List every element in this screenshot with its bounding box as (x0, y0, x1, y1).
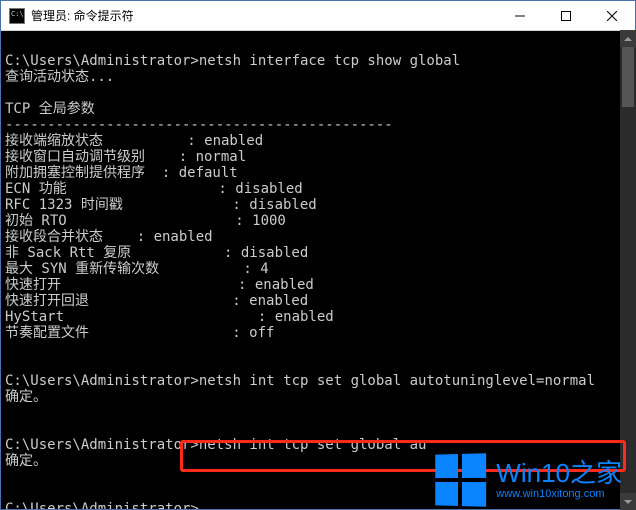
terminal-line: 查询活动状态... (5, 69, 631, 85)
terminal-line: 最大 SYN 重新传输次数 : 4 (5, 261, 631, 277)
minimize-icon (515, 11, 525, 21)
terminal-line: 接收段合并状态 : enabled (5, 229, 631, 245)
terminal-line: HyStart : enabled (5, 309, 631, 325)
terminal-line (5, 485, 631, 501)
titlebar: 管理员: 命令提示符 (1, 1, 635, 31)
terminal-line (5, 469, 631, 485)
terminal-line (5, 357, 631, 373)
terminal-line (5, 341, 631, 357)
terminal-line: ECN 功能 : disabled (5, 181, 631, 197)
chevron-up-icon (624, 35, 632, 43)
terminal-line (5, 37, 631, 53)
terminal-line: 接收端缩放状态 : enabled (5, 133, 631, 149)
scrollbar-thumb[interactable] (622, 47, 634, 107)
terminal-line: ----------------------------------------… (5, 117, 631, 133)
terminal-line: 快速打开 : enabled (5, 277, 631, 293)
terminal-line: 节奏配置文件 : off (5, 325, 631, 341)
terminal-output[interactable]: C:\Users\Administrator>netsh interface t… (1, 31, 635, 509)
window-controls (497, 1, 635, 30)
close-icon (607, 11, 617, 21)
terminal-line: RFC 1323 时间戳 : disabled (5, 197, 631, 213)
window-title: 管理员: 命令提示符 (31, 7, 497, 24)
scroll-up-button[interactable] (620, 30, 636, 47)
vertical-scrollbar[interactable] (620, 30, 636, 510)
scroll-down-button[interactable] (620, 493, 636, 510)
terminal-line: 确定。 (5, 453, 631, 469)
maximize-button[interactable] (543, 1, 589, 30)
terminal-line (5, 405, 631, 421)
terminal-line: 附加拥塞控制提供程序 : default (5, 165, 631, 181)
minimize-button[interactable] (497, 1, 543, 30)
terminal-line: 初始 RTO : 1000 (5, 213, 631, 229)
terminal-line: C:\Users\Administrator> (5, 501, 631, 509)
cmd-icon (9, 8, 25, 24)
terminal-line: C:\Users\Administrator>netsh int tcp set… (5, 373, 631, 389)
terminal-line: TCP 全局参数 (5, 101, 631, 117)
terminal-line: 确定。 (5, 389, 631, 405)
terminal-line: C:\Users\Administrator>netsh interface t… (5, 53, 631, 69)
terminal-line (5, 421, 631, 437)
chevron-down-icon (624, 498, 632, 506)
terminal-line (5, 85, 631, 101)
terminal-line: 快速打开回退 : enabled (5, 293, 631, 309)
terminal-line: 非 Sack Rtt 复原 : disabled (5, 245, 631, 261)
terminal-line: C:\Users\Administrator>netsh int tcp set… (5, 437, 631, 453)
maximize-icon (561, 11, 571, 21)
close-button[interactable] (589, 1, 635, 30)
terminal-line: 接收窗口自动调节级别 : normal (5, 149, 631, 165)
cmd-window: 管理员: 命令提示符 C:\Users\Administrator>netsh … (0, 0, 636, 510)
